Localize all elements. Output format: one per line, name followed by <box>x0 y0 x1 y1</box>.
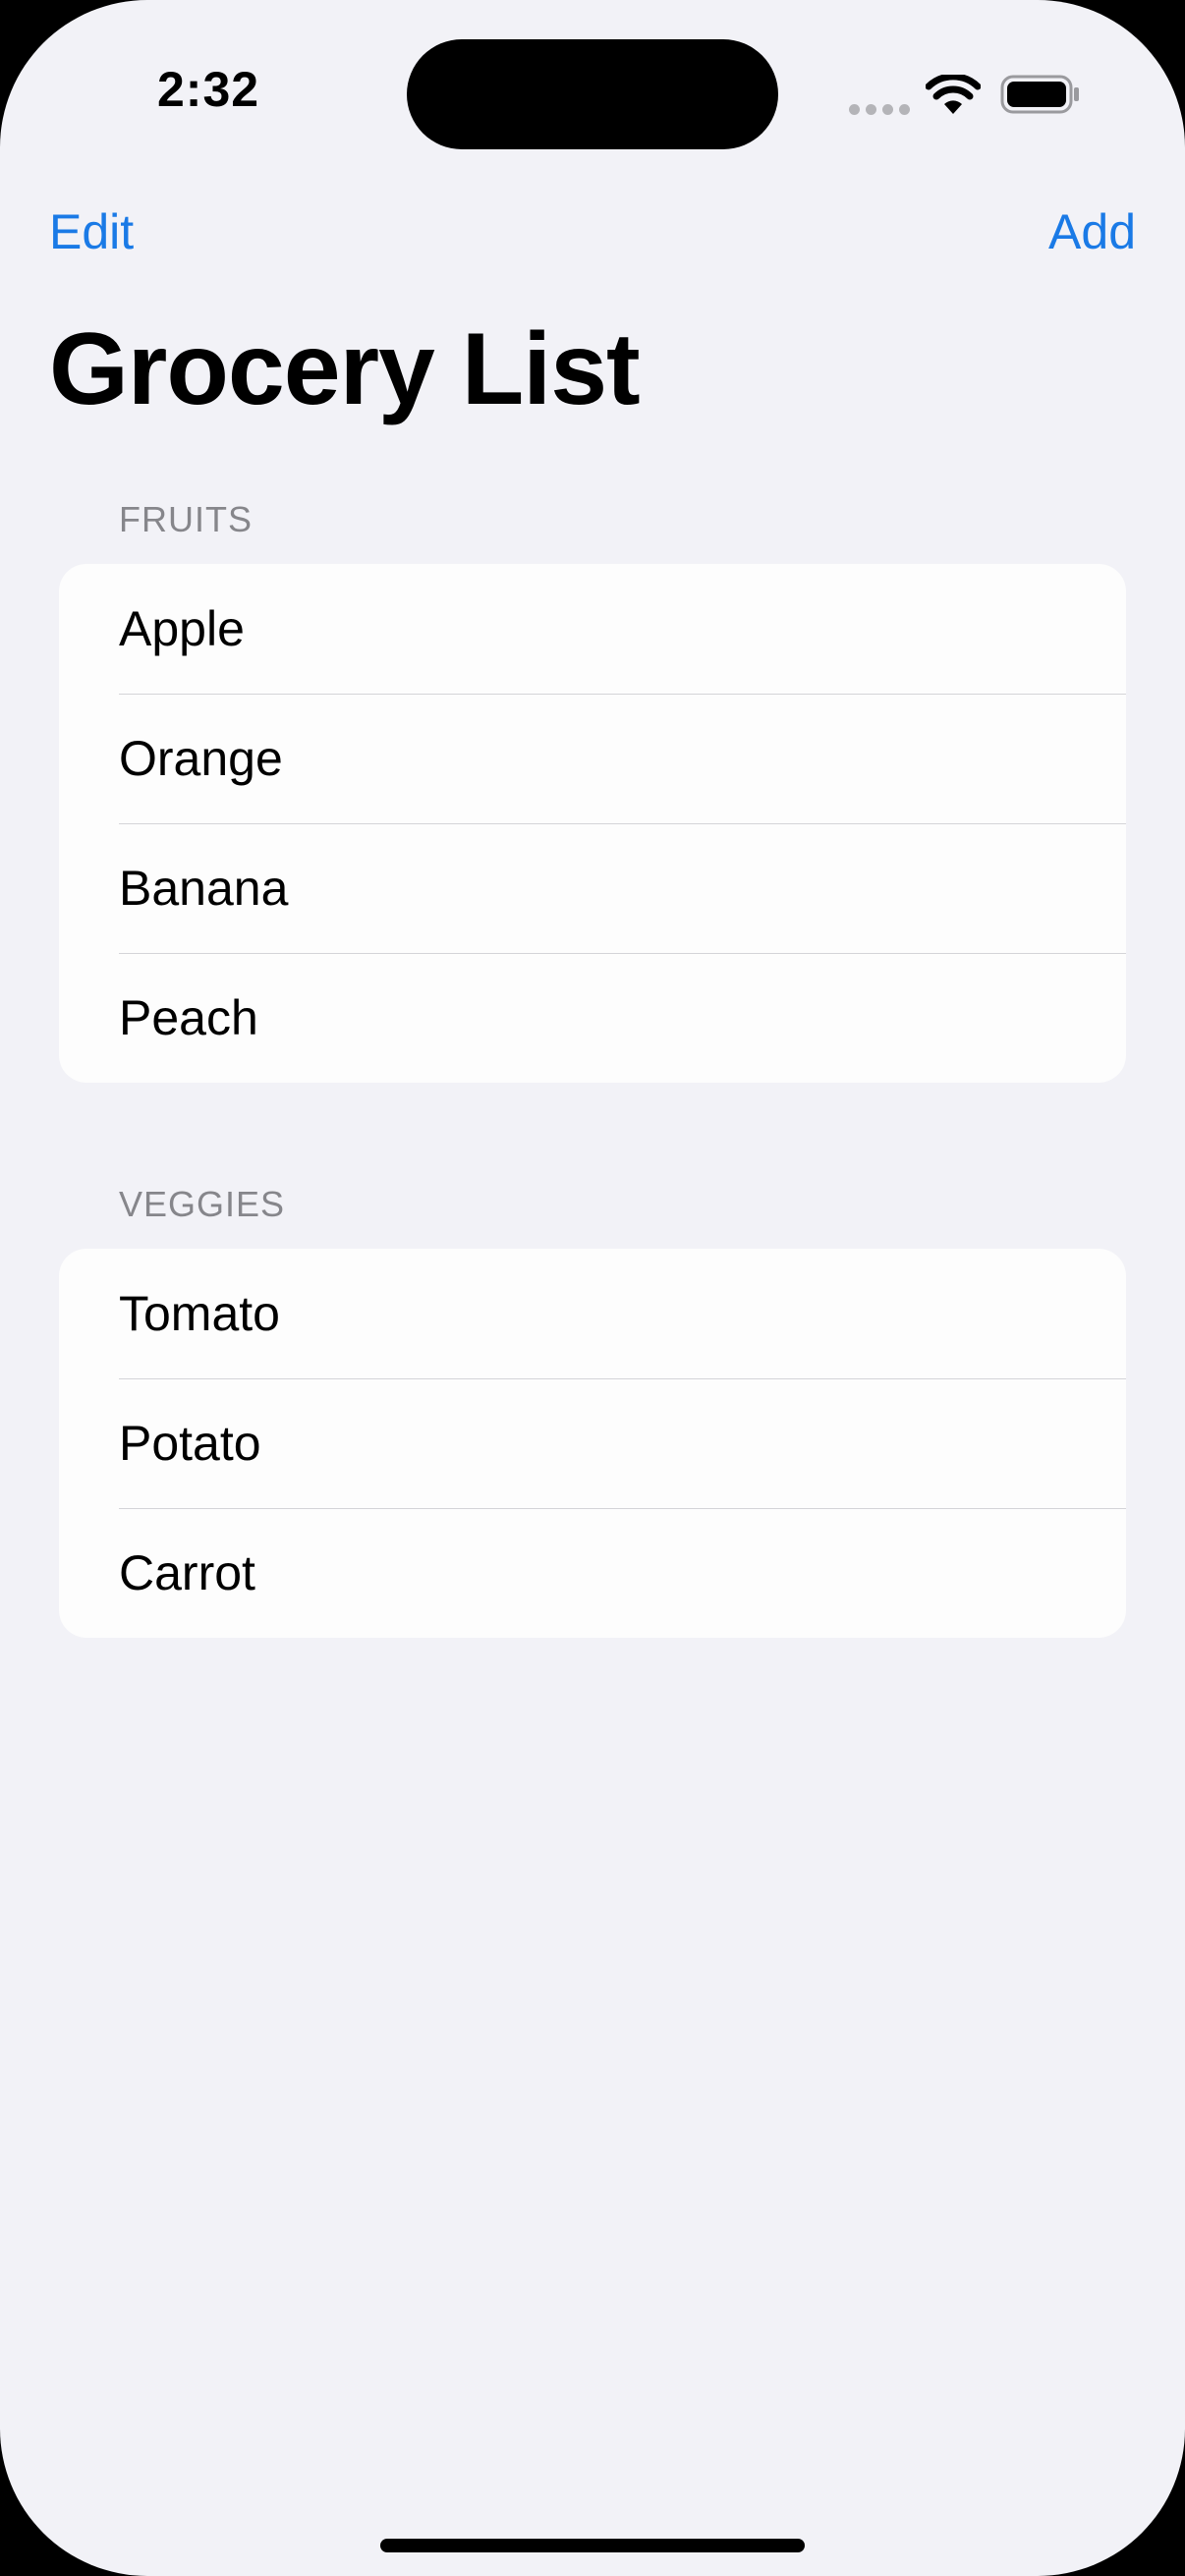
cellular-signal-icon <box>849 104 910 115</box>
dynamic-island <box>407 39 778 149</box>
list-item-banana[interactable]: Banana <box>59 823 1126 953</box>
section-header-veggies: VEGGIES <box>119 1184 286 1224</box>
list-item-peach[interactable]: Peach <box>59 953 1126 1083</box>
home-indicator[interactable] <box>380 2539 805 2552</box>
list-item-carrot[interactable]: Carrot <box>59 1508 1126 1638</box>
add-button[interactable]: Add <box>1048 202 1136 261</box>
edit-button[interactable]: Edit <box>49 202 134 261</box>
list-item-tomato[interactable]: Tomato <box>59 1249 1126 1378</box>
list-item-potato[interactable]: Potato <box>59 1378 1126 1508</box>
list-item-orange[interactable]: Orange <box>59 694 1126 823</box>
section-list-fruits: Apple Orange Banana Peach <box>59 564 1126 1083</box>
page-title: Grocery List <box>49 312 641 426</box>
section-list-veggies: Tomato Potato Carrot <box>59 1249 1126 1638</box>
wifi-icon <box>926 75 981 114</box>
battery-icon <box>1000 75 1079 114</box>
section-header-fruits: FRUITS <box>119 499 253 539</box>
status-time: 2:32 <box>157 62 260 117</box>
list-item-apple[interactable]: Apple <box>59 564 1126 694</box>
screen: 2:32 Edit Add Grocery List FRUITS Apple … <box>0 0 1185 2576</box>
